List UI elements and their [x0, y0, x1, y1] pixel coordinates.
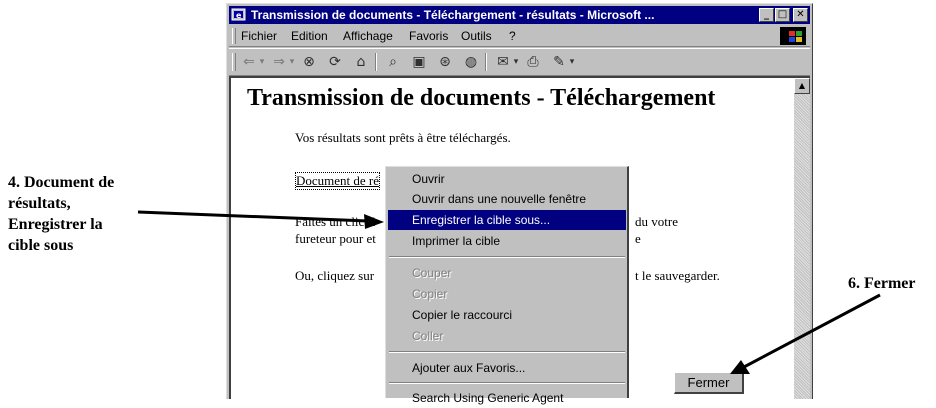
context-menu: Ouvrir Ouvrir dans une nouvelle fenêtre …	[385, 166, 629, 405]
menu-outils[interactable]: Outils	[461, 26, 492, 46]
menu-separator	[389, 256, 625, 258]
menu-bar: Fichier Edition Affichage Favoris Outils…	[229, 26, 810, 47]
menu-item-open-new-window[interactable]: Ouvrir dans une nouvelle fenêtre	[388, 189, 626, 209]
menu-separator	[389, 351, 625, 353]
menu-item-add-favorites[interactable]: Ajouter aux Favoris...	[388, 358, 626, 378]
menu-item-copy-shortcut[interactable]: Copier le raccourci	[388, 305, 626, 325]
fermer-button[interactable]: Fermer	[674, 372, 744, 394]
instruction-line-1-tail: du votre	[635, 214, 678, 229]
back-dropdown-icon[interactable]: ▾	[257, 52, 267, 72]
mail-dropdown-icon[interactable]: ▾	[511, 52, 521, 72]
edit-dropdown-icon[interactable]: ▾	[567, 52, 577, 72]
title-bar[interactable]: e Transmission de documents - Télécharge…	[229, 6, 810, 24]
instruction-line-1: Faites un clic-d	[295, 214, 376, 229]
annotation-line: Enregistrer la	[8, 216, 103, 233]
menu-item-save-target-as[interactable]: Enregistrer la cible sous...	[388, 210, 626, 230]
scroll-up-icon[interactable]: ▲	[794, 78, 810, 94]
menu-item-print-target[interactable]: Imprimer la cible	[388, 231, 626, 251]
ie-app-icon: e	[231, 8, 246, 21]
favorites-icon[interactable]: ▣	[409, 52, 429, 72]
back-icon[interactable]: ⇐	[239, 52, 259, 72]
forward-dropdown-icon[interactable]: ▾	[287, 52, 297, 72]
menu-item-copy[interactable]: Copier	[388, 284, 626, 304]
annotation-line: cible sous	[8, 237, 74, 254]
menu-item-search-generic-agent[interactable]: Search Using Generic Agent	[388, 388, 626, 408]
forward-icon[interactable]: ⇒	[269, 52, 289, 72]
menu-fichier[interactable]: Fichier	[241, 26, 277, 46]
stop-icon[interactable]: ⊗	[299, 52, 319, 72]
minimize-button[interactable]: _	[759, 8, 774, 22]
window-title: Transmission de documents - Téléchargeme…	[251, 8, 655, 22]
annotation-step-6: 6. Fermer	[848, 275, 916, 292]
annotation-line: 4. Document de	[8, 174, 115, 191]
svg-text:e: e	[236, 11, 242, 20]
toolbar-separator	[375, 53, 377, 71]
instruction-line-2: fureteur pour et	[295, 231, 376, 246]
history-icon[interactable]: ⊛	[435, 52, 455, 72]
menubar-grip[interactable]	[232, 28, 236, 44]
home-icon[interactable]: ⌂	[351, 52, 371, 72]
annotation-line: résultats,	[8, 195, 71, 212]
toolbar-grip[interactable]	[232, 53, 236, 71]
vertical-scrollbar[interactable]: ▲	[794, 78, 810, 399]
menu-help[interactable]: ?	[509, 26, 516, 46]
edit-icon[interactable]: ✎	[549, 52, 569, 72]
search-icon[interactable]: ⌕	[383, 52, 403, 72]
menu-separator	[389, 382, 625, 384]
mail-icon[interactable]: ✉	[493, 52, 513, 72]
alternative-text-tail: t le sauvegarder.	[635, 268, 720, 283]
toolbar-separator	[485, 53, 487, 71]
windows-logo-icon	[780, 27, 806, 45]
menu-edition[interactable]: Edition	[291, 26, 328, 46]
alternative-text: Ou, cliquez sur	[295, 268, 375, 283]
menu-favoris[interactable]: Favoris	[409, 26, 448, 46]
menu-item-ouvrir[interactable]: Ouvrir	[388, 169, 626, 189]
toolbar: ⇐ ▾ ⇒ ▾ ⊗ ⟳ ⌂ ⌕ ▣ ⊛ ◍ ✉ ▾ ⎙ ✎ ▾	[229, 48, 810, 76]
menu-affichage[interactable]: Affichage	[343, 26, 393, 46]
instruction-line-2-tail: e	[635, 231, 641, 246]
menu-item-cut[interactable]: Couper	[388, 263, 626, 283]
close-button[interactable]: ✕	[793, 8, 808, 22]
print-icon[interactable]: ⎙	[523, 52, 543, 72]
maximize-button[interactable]: □	[775, 8, 790, 22]
annotation-step-4: 4. Document de résultats, Enregistrer la…	[8, 172, 178, 256]
results-document-link[interactable]: Document de ré	[295, 172, 381, 190]
menu-item-paste[interactable]: Coller	[388, 326, 626, 346]
refresh-icon[interactable]: ⟳	[325, 52, 345, 72]
page-heading: Transmission de documents - Téléchargeme…	[247, 85, 716, 111]
channels-icon[interactable]: ◍	[461, 52, 481, 72]
ready-text: Vos résultats sont prêts à être téléchar…	[295, 130, 511, 145]
